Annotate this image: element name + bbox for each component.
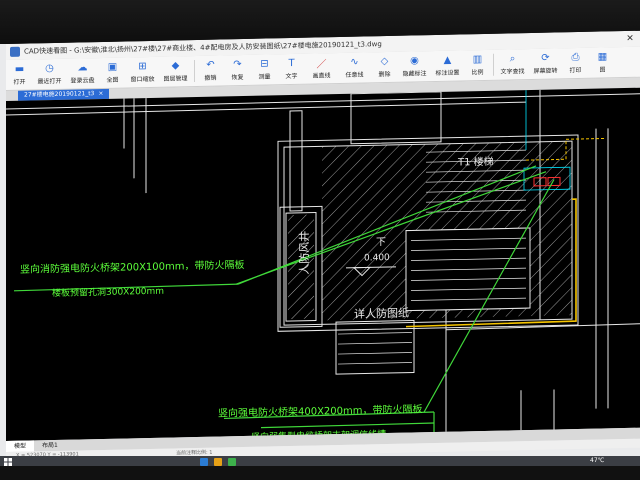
freeline-icon: ∿ (350, 56, 359, 68)
toolbar-button-drawing[interactable]: ▦ 图 (589, 47, 616, 78)
eraser-icon: ◇ (380, 55, 389, 68)
toolbar-button-label: 打开 (13, 78, 26, 86)
text-search-icon: ⌕ (509, 53, 516, 65)
zoom-window-icon: ⊞ (138, 61, 147, 73)
toolbar-button-label: 任意线 (345, 71, 364, 79)
redo-icon: ↷ (233, 59, 242, 71)
cad-viewer-window: CAD快速看图 - G:\安徽\淮北\扬州\27#楼\27#商业楼、4#配电房及… (6, 30, 640, 466)
toolbar-button-cloud[interactable]: ☁ 登录云盘 (66, 58, 99, 89)
toolbar-button-label: 最近打开 (37, 77, 62, 86)
toolbar-button-print[interactable]: ⎙ 打印 (562, 48, 589, 79)
toolbar-separator (194, 60, 195, 83)
toolbar-button-ruler[interactable]: ⊟ 测量 (251, 54, 278, 85)
stair-label: T1 楼梯 (458, 156, 494, 169)
tab-model[interactable]: 模型 (6, 440, 35, 452)
toolbar-button-redo[interactable]: ↷ 恢复 (224, 55, 251, 86)
toolbar-button-fit-view[interactable]: ▣ 全图 (99, 57, 126, 88)
annotation-settings-icon: ▲ (443, 54, 452, 66)
toolbar-button-scale[interactable]: ▥ 比例 (464, 50, 491, 81)
document-tab-label: 27#楼电施20190121_t3 (24, 90, 95, 99)
toolbar-button-label: 隐藏标注 (402, 70, 427, 78)
taskbar-browser-icon[interactable] (228, 458, 236, 466)
toolbar-button-label: 测量 (258, 73, 271, 81)
scale-icon: ▥ (472, 54, 483, 66)
toolbar-button-label: 全图 (106, 76, 119, 84)
clock-icon: ◷ (45, 62, 54, 75)
tab-layout1[interactable]: 布局1 (34, 440, 66, 452)
toolbar-button-label: 撤销 (204, 74, 217, 82)
toolbar-button-rotate-screen[interactable]: ⟳ 屏幕旋转 (529, 48, 562, 79)
cloud-icon: ☁ (77, 62, 88, 74)
toolbar-button-label: 标注设置 (435, 69, 460, 78)
rotate-screen-icon: ⟳ (541, 52, 550, 64)
toolbar-button-zoom-window[interactable]: ⊞ 窗口缩放 (126, 57, 159, 88)
monitor-bezel-bottom (0, 466, 640, 480)
toolbar-button-label: 图 (599, 66, 606, 74)
temperature-readout: 47℃ (590, 457, 605, 464)
toolbar-button-label: 登录云盘 (70, 77, 95, 85)
toolbar-button-undo[interactable]: ↶ 撤销 (197, 55, 224, 86)
toolbar-button-label: 比例 (471, 68, 484, 77)
taskbar-folder-icon[interactable] (214, 458, 222, 466)
down-label: 下 (376, 237, 386, 249)
layers-icon: ◆ (171, 60, 180, 72)
window-close-button[interactable]: ✕ (620, 34, 640, 44)
text-icon: T (288, 57, 295, 70)
shaft-label: 人防风井 (298, 230, 311, 275)
ruler-icon: ⊟ (260, 58, 269, 70)
toolbar-button-label: 打印 (569, 66, 582, 75)
toolbar-button-folder[interactable]: ▬ 打开 (6, 59, 33, 90)
close-tab-icon[interactable]: × (98, 90, 103, 97)
drawing-canvas[interactable]: 竖向消防强电防火桥架200X100mm，带防火隔板 楼板预留孔洞300X200m… (6, 87, 640, 443)
toolbar-button-label: 图层管理 (163, 75, 188, 83)
annotation-floor-hole-300x200: 楼板预留孔洞300X200mm (52, 286, 165, 300)
toolbar-button-text[interactable]: T 文字 (278, 54, 305, 85)
drawing-icon: ▦ (597, 51, 608, 63)
toolbar-button-layers[interactable]: ◆ 图层管理 (159, 56, 192, 87)
folder-icon: ▬ (14, 63, 25, 75)
toolbar-button-label: 恢复 (231, 74, 244, 82)
toolbar-button-line[interactable]: ／画直线 (305, 53, 338, 84)
detail-label: 详人防图纸 (354, 306, 409, 321)
app-logo-icon (10, 46, 20, 57)
undo-icon: ↶ (206, 59, 215, 71)
toolbar-button-label: 画直线 (312, 72, 331, 80)
toolbar-button-eye[interactable]: ◉ 隐藏标注 (398, 51, 431, 82)
taskbar-app-icon[interactable] (200, 458, 208, 466)
print-icon: ⎙ (571, 51, 580, 64)
toolbar-button-freeline[interactable]: ∿ 任意线 (338, 52, 371, 83)
toolbar-separator (493, 53, 494, 76)
windows-start-icon[interactable] (4, 458, 12, 466)
elevation-label: 0.400 (364, 252, 390, 264)
toolbar-button-label: 文字 (285, 72, 298, 81)
toolbar-button-label: 文字查找 (500, 68, 525, 76)
toolbar-button-annotation-settings[interactable]: ▲ 标注设置 (431, 50, 464, 81)
fit-view-icon: ▣ (107, 61, 118, 73)
toolbar-button-label: 屏幕旋转 (533, 67, 558, 75)
eye-icon: ◉ (410, 55, 419, 67)
toolbar-button-clock[interactable]: ◷ 最近打开 (33, 59, 66, 90)
toolbar-button-label: 删除 (378, 70, 391, 79)
toolbar-button-eraser[interactable]: ◇ 删除 (371, 52, 398, 83)
toolbar-button-label: 窗口缩放 (130, 75, 155, 84)
line-icon: ／ (316, 59, 327, 71)
toolbar-button-text-search[interactable]: ⌕ 文字查找 (496, 49, 529, 80)
